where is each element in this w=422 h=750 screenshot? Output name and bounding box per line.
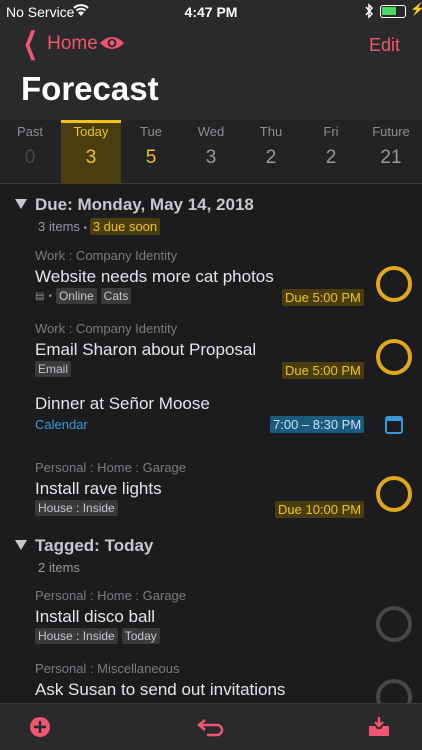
- clock: 4:47 PM: [184, 4, 238, 20]
- task-name: Email Sharon about Proposal: [35, 340, 257, 359]
- chevron-left-icon: ❮: [23, 27, 39, 60]
- day-count: 2: [325, 147, 337, 168]
- day-today[interactable]: Today 3: [61, 120, 121, 184]
- undo-icon[interactable]: [197, 716, 225, 743]
- day-wed[interactable]: Wed 3: [181, 120, 241, 184]
- due-badge: Due 5:00 PM: [282, 362, 364, 379]
- task-project: Personal : Home : Garage: [35, 460, 187, 475]
- task-project: Personal : Miscellaneous: [35, 661, 180, 676]
- event-time-range: 7:00 – 8:30 PM: [270, 416, 365, 433]
- tag: House : Inside: [35, 628, 118, 644]
- complete-checkbox[interactable]: [376, 339, 412, 375]
- bluetooth-icon: [364, 3, 374, 22]
- charging-icon: ⚡: [410, 2, 422, 16]
- eye-icon[interactable]: [99, 34, 125, 57]
- item-count: 3 items: [38, 219, 80, 234]
- back-button[interactable]: ❮ Home: [18, 27, 98, 60]
- edit-button[interactable]: Edit: [369, 35, 400, 56]
- day-name: Today: [73, 124, 109, 139]
- task-name: Install disco ball: [35, 607, 156, 626]
- section-title: Tagged: Today: [35, 536, 154, 555]
- task-name: Website needs more cat photos: [35, 267, 274, 286]
- day-count: 3: [205, 147, 217, 168]
- day-fri[interactable]: Fri 2: [301, 120, 361, 184]
- disclosure-triangle-icon[interactable]: [15, 199, 27, 209]
- complete-checkbox[interactable]: [376, 606, 412, 642]
- page-title: Forecast: [21, 70, 159, 107]
- section-subtitle: 2 items: [38, 560, 80, 575]
- disclosure-triangle-icon[interactable]: [15, 540, 27, 550]
- day-name: Tue: [140, 124, 162, 139]
- day-count: 3: [85, 147, 97, 168]
- day-tue[interactable]: Tue 5: [121, 120, 181, 184]
- back-label: Home: [47, 33, 98, 54]
- due-soon-badge: 3 due soon: [89, 218, 161, 235]
- section-title: Due: Monday, May 14, 2018: [35, 195, 254, 214]
- task-tags: House : Inside: [35, 500, 118, 516]
- task-project: Work : Company Identity: [35, 321, 178, 336]
- day-name: Future: [372, 124, 410, 139]
- complete-checkbox[interactable]: [376, 266, 412, 302]
- calendar-icon: [385, 416, 403, 434]
- tag: Today: [121, 628, 160, 644]
- day-count: 2: [265, 147, 277, 168]
- task-tags: House : Inside Today: [35, 628, 160, 644]
- tag: Email: [35, 361, 72, 377]
- task-name: Ask Susan to send out invitations: [35, 680, 286, 699]
- day-name: Fri: [323, 124, 339, 139]
- status-bar: No Service 4:47 PM ⚡: [0, 0, 422, 24]
- day-count: 5: [145, 147, 157, 168]
- day-name: Wed: [197, 124, 225, 139]
- add-icon[interactable]: [29, 716, 51, 743]
- inbox-icon[interactable]: [367, 716, 391, 743]
- day-count: 0: [24, 147, 36, 168]
- day-thu[interactable]: Thu 2: [241, 120, 301, 184]
- tag: Cats: [100, 288, 132, 304]
- task-project: Work : Company Identity: [35, 248, 178, 263]
- bottom-toolbar: [0, 703, 422, 750]
- battery-icon: [380, 5, 406, 18]
- separator-dot: •: [48, 290, 52, 302]
- complete-checkbox[interactable]: [376, 476, 412, 512]
- forecast-day-picker: Past 0 Today 3 Tue 5 Wed 3 Thu 2 Fri 2 F…: [0, 120, 422, 184]
- nav-header: ❮ Home Edit Forecast: [0, 24, 422, 120]
- item-count: 2 items: [38, 560, 80, 575]
- day-name: Past: [16, 124, 43, 139]
- event-name: Dinner at Señor Moose: [35, 394, 210, 413]
- tag: House : Inside: [35, 500, 118, 516]
- task-tags: ▤ • Online Cats: [35, 288, 132, 304]
- day-count: 21: [380, 147, 402, 168]
- due-badge: Due 10:00 PM: [275, 501, 365, 518]
- day-name: Thu: [259, 124, 283, 139]
- note-icon: ▤: [35, 290, 45, 302]
- task-project: Personal : Home : Garage: [35, 588, 187, 603]
- task-name: Install rave lights: [35, 479, 162, 498]
- section-subtitle: 3 items • 3 due soon: [38, 218, 161, 235]
- separator-dot: •: [83, 223, 90, 234]
- day-past[interactable]: Past 0: [0, 120, 60, 184]
- tag: Online: [55, 288, 97, 304]
- day-future[interactable]: Future 21: [361, 120, 421, 184]
- task-tags: Email: [35, 361, 72, 377]
- due-badge: Due 5:00 PM: [282, 289, 364, 306]
- calendar-label: Calendar: [35, 417, 88, 432]
